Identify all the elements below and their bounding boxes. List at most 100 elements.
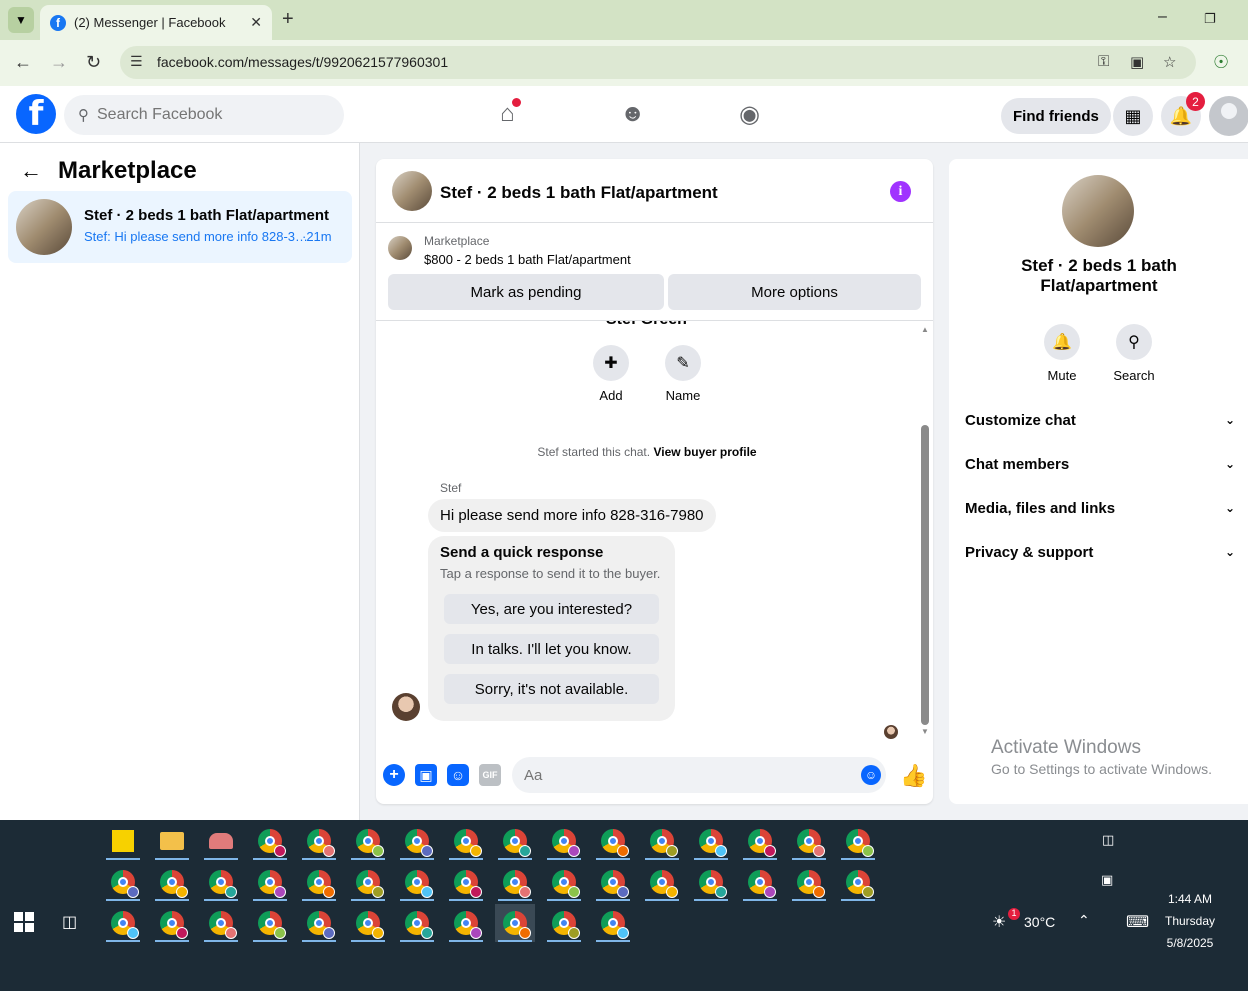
keyboard-icon[interactable]: ⌨: [1126, 912, 1149, 932]
omnibox[interactable]: ☰ facebook.com/messages/t/99206215779603…: [120, 46, 1196, 79]
chrome-window[interactable]: [103, 863, 143, 901]
chrome-window[interactable]: [593, 863, 633, 901]
chrome-window[interactable]: [299, 863, 339, 901]
chrome-window[interactable]: [250, 822, 290, 860]
chrome-window[interactable]: [789, 863, 829, 901]
snipping-tool-app[interactable]: [201, 822, 241, 860]
chrome-window[interactable]: [446, 822, 486, 860]
scrollbar-thumb[interactable]: [921, 425, 929, 725]
profile-icon[interactable]: ☉: [1213, 52, 1229, 73]
photo-icon[interactable]: ▣: [415, 764, 437, 786]
info-icon[interactable]: i: [890, 181, 911, 202]
show-hidden-icons-icon[interactable]: ⌃: [1078, 912, 1090, 929]
chrome-window[interactable]: [740, 863, 780, 901]
tab-search-button[interactable]: ▼: [8, 7, 34, 33]
chrome-window[interactable]: [397, 822, 437, 860]
mark-as-pending-button[interactable]: Mark as pending: [388, 274, 664, 310]
tray-display-icon[interactable]: ▣: [1101, 872, 1113, 888]
message-bubble[interactable]: Hi please send more info 828-316-7980: [428, 499, 716, 532]
chrome-window[interactable]: [495, 822, 535, 860]
details-thumbnail[interactable]: [1062, 175, 1134, 247]
chrome-window[interactable]: [544, 904, 584, 942]
chrome-window[interactable]: [740, 822, 780, 860]
message-scrollbar[interactable]: ▲ ▼: [918, 321, 932, 741]
chrome-window[interactable]: [299, 904, 339, 942]
restore-icon[interactable]: ❐: [1204, 11, 1216, 27]
chrome-window[interactable]: [348, 863, 388, 901]
mute-action[interactable]: 🔔 Mute: [1032, 324, 1092, 383]
chrome-window[interactable]: [299, 822, 339, 860]
file-explorer-app[interactable]: [152, 822, 192, 860]
privacy-support-row[interactable]: Privacy & support ⌄: [965, 537, 1235, 567]
name-chat-action[interactable]: ✎ Name: [653, 345, 713, 403]
listing-price[interactable]: $800 - 2 beds 1 bath Flat/apartment: [424, 252, 631, 267]
scroll-up-arrow-icon[interactable]: ▲: [921, 325, 929, 334]
listing-thumbnail[interactable]: [388, 236, 412, 260]
chrome-window[interactable]: [152, 904, 192, 942]
search-action[interactable]: ⚲ Search: [1104, 324, 1164, 383]
chat-members-row[interactable]: Chat members ⌄: [965, 449, 1235, 479]
chrome-window[interactable]: [152, 863, 192, 901]
groups-icon[interactable]: ◉: [739, 100, 760, 129]
sticky-notes-app[interactable]: [103, 822, 143, 860]
facebook-search-input[interactable]: [97, 106, 317, 124]
facebook-logo-icon[interactable]: f: [16, 94, 56, 134]
clock-date[interactable]: 5/8/2025: [1150, 936, 1230, 950]
url-text[interactable]: facebook.com/messages/t/9920621577960301: [157, 54, 448, 70]
weather-icon[interactable]: ☀: [992, 912, 1006, 932]
chrome-window[interactable]: [250, 904, 290, 942]
chat-header-title[interactable]: Stef · 2 beds 1 bath Flat/apartment: [440, 183, 718, 203]
chrome-window[interactable]: [642, 863, 682, 901]
quick-response-option[interactable]: Yes, are you interested?: [444, 594, 659, 624]
chrome-window[interactable]: [397, 863, 437, 901]
back-arrow-icon[interactable]: ←: [20, 158, 42, 184]
sender-avatar[interactable]: [392, 693, 420, 721]
chrome-window[interactable]: [544, 863, 584, 901]
chrome-window[interactable]: [446, 904, 486, 942]
chrome-window[interactable]: [250, 863, 290, 901]
chrome-window[interactable]: [691, 863, 731, 901]
chrome-window[interactable]: [103, 904, 143, 942]
chrome-window[interactable]: [691, 822, 731, 860]
plus-icon[interactable]: +: [383, 764, 405, 786]
view-buyer-profile-link[interactable]: View buyer profile: [653, 445, 756, 459]
reload-icon[interactable]: ↻: [86, 52, 101, 73]
customize-chat-row[interactable]: Customize chat ⌄: [965, 405, 1235, 435]
chrome-window[interactable]: [201, 904, 241, 942]
chrome-window[interactable]: [593, 822, 633, 860]
bookmark-star-icon[interactable]: ☆: [1163, 53, 1176, 71]
chrome-window[interactable]: [495, 904, 535, 942]
windows-start-icon[interactable]: [14, 912, 34, 932]
quick-response-option[interactable]: In talks. I'll let you know.: [444, 634, 659, 664]
chrome-window[interactable]: [544, 822, 584, 860]
tray-app-icon[interactable]: ◫: [1102, 832, 1114, 848]
back-icon[interactable]: ←: [14, 52, 32, 73]
chrome-window[interactable]: [593, 904, 633, 942]
chrome-window[interactable]: [838, 822, 878, 860]
chrome-window[interactable]: [789, 822, 829, 860]
menu-grid-button[interactable]: ▦: [1113, 96, 1153, 136]
account-avatar[interactable]: [1209, 96, 1248, 136]
chrome-window[interactable]: [446, 863, 486, 901]
sticker-icon[interactable]: ☺: [447, 764, 469, 786]
find-friends-button[interactable]: Find friends: [1001, 98, 1111, 134]
notifications-button[interactable]: 🔔 2: [1161, 92, 1205, 136]
chrome-window[interactable]: [838, 863, 878, 901]
facebook-search[interactable]: ⚲: [64, 95, 344, 135]
chrome-window[interactable]: [201, 863, 241, 901]
clock-day[interactable]: Thursday: [1150, 914, 1230, 928]
friends-icon[interactable]: ☻: [620, 100, 645, 128]
minimize-icon[interactable]: –: [1158, 8, 1167, 26]
quick-response-option[interactable]: Sorry, it's not available.: [444, 674, 659, 704]
install-app-icon[interactable]: ▣: [1130, 53, 1144, 71]
conversation-item[interactable]: Stef · 2 beds 1 bath Flat/apartment Stef…: [8, 191, 352, 263]
browser-tab[interactable]: f (2) Messenger | Facebook ✕: [40, 5, 272, 40]
close-tab-icon[interactable]: ✕: [250, 14, 262, 31]
task-view-icon[interactable]: ◫: [62, 912, 77, 932]
thumbs-up-icon[interactable]: 👍: [900, 763, 927, 789]
chrome-window[interactable]: [397, 904, 437, 942]
site-info-icon[interactable]: ☰: [130, 53, 143, 70]
clock-time[interactable]: 1:44 AM: [1150, 892, 1230, 906]
chrome-window[interactable]: [348, 904, 388, 942]
add-people-action[interactable]: ✚ Add: [581, 345, 641, 403]
